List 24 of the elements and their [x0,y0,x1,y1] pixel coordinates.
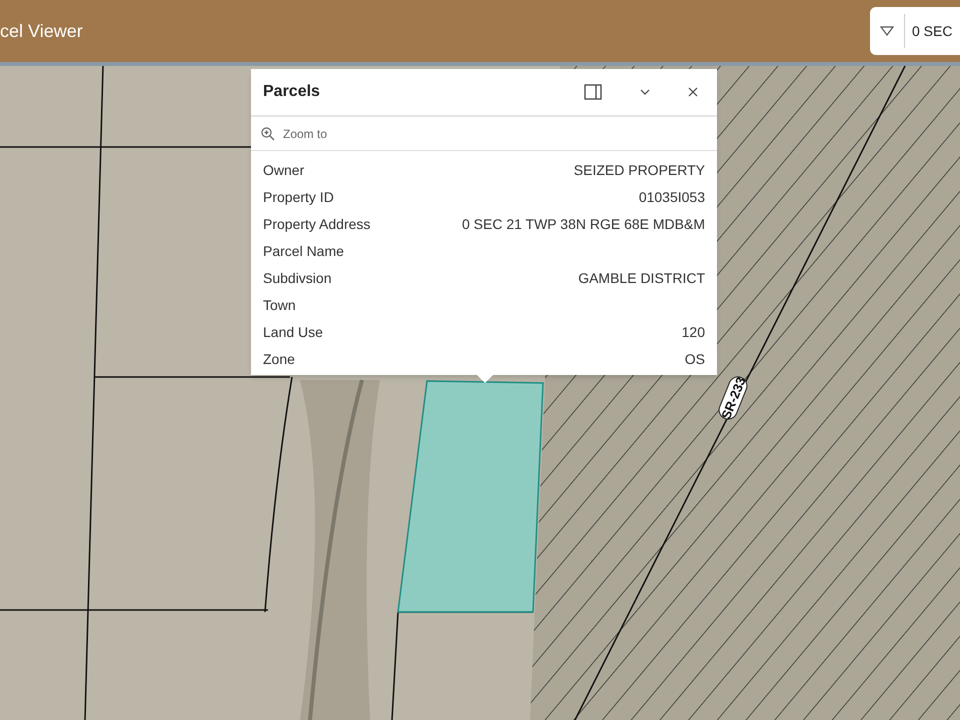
field-value: GAMBLE DISTRICT [578,269,705,288]
field-label: Zone [263,350,295,369]
field-value: 0 SEC 21 TWP 38N RGE 68E MDB&M [462,215,705,234]
field-value: OS [684,350,705,369]
app-title: cel Viewer [0,20,83,42]
zoom-to-button[interactable]: Zoom to [261,124,328,142]
zoom-in-icon [261,126,275,140]
field-value: 01035I053 [638,188,705,207]
search-value: 0 SEC [912,22,952,40]
field-label: Town [263,296,296,315]
dock-icon [584,84,602,100]
filter-icon[interactable] [880,26,894,36]
chevron-down-icon [640,89,650,95]
field-value: 120 [682,323,705,342]
field-label: Subdivsion [263,269,332,288]
field-value: SEIZED PROPERTY [574,161,705,180]
field-label: Land Use [263,323,323,342]
field-label: Property ID [263,188,334,207]
popup-title: Parcels [263,82,321,102]
field-label: Owner [263,161,304,180]
close-icon [688,87,698,97]
field-label: Parcel Name [263,242,344,261]
field-label: Property Address [263,215,370,234]
search-field[interactable]: 0 SEC [870,7,960,55]
